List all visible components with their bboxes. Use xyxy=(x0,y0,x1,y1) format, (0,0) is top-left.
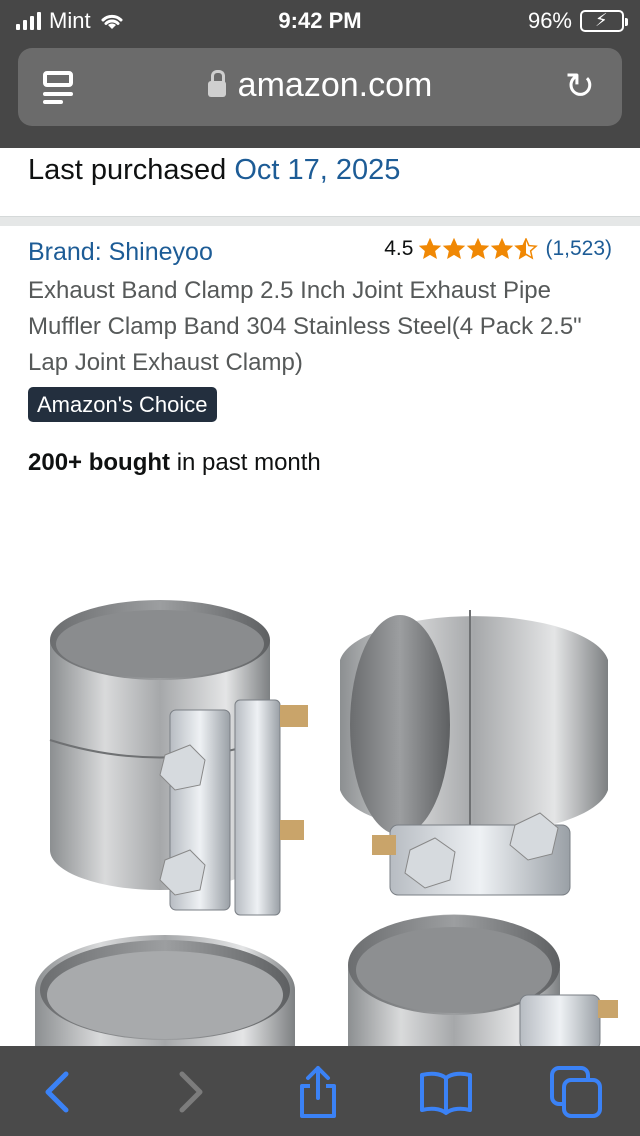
rating-summary[interactable]: 4.5 (1,523) xyxy=(384,237,612,261)
url-display[interactable]: amazon.com xyxy=(18,66,622,105)
tabs-icon[interactable] xyxy=(548,1064,604,1120)
clamp-image-3 xyxy=(35,935,295,1050)
last-purchased-date[interactable]: Oct 17, 2025 xyxy=(234,154,400,186)
last-purchased-label: Last purchased xyxy=(28,154,227,186)
reload-icon[interactable]: ↻ xyxy=(560,66,600,106)
book-icon[interactable] xyxy=(418,1064,474,1120)
address-bar[interactable]: amazon.com ↻ xyxy=(18,48,622,126)
section-divider xyxy=(0,216,640,226)
lock-icon xyxy=(207,70,226,97)
bought-period: in past month xyxy=(170,449,321,476)
review-count[interactable]: (1,523) xyxy=(545,237,612,261)
battery-percent: 96% xyxy=(527,8,572,33)
last-purchased-line: Last purchased Oct 17, 2025 xyxy=(28,154,400,187)
browser-toolbar xyxy=(0,1046,640,1136)
bought-count: 200+ bought xyxy=(28,449,171,476)
clamp-image-4 xyxy=(348,914,618,1051)
status-bar: Mint 9:42 PM 96% ⚡ xyxy=(0,0,640,40)
amazons-choice-badge: Amazon's Choice xyxy=(28,387,217,422)
battery-icon: ⚡ xyxy=(580,10,628,32)
rating-value: 4.5 xyxy=(384,237,414,260)
product-title: Exhaust Band Clamp 2.5 Inch Joint Exhaus… xyxy=(28,277,582,376)
share-icon[interactable] xyxy=(290,1064,346,1120)
browser-chrome: Mint 9:42 PM 96% ⚡ amazon.com ↻ xyxy=(0,0,640,148)
forward-chevron-icon[interactable] xyxy=(162,1064,218,1120)
brand-link[interactable]: Brand: Shineyoo xyxy=(28,238,213,267)
clamp-image-1 xyxy=(49,600,308,916)
back-chevron-icon[interactable] xyxy=(30,1064,86,1120)
clamp-image-2 xyxy=(340,610,608,896)
star-rating-icon xyxy=(419,238,538,259)
product-image[interactable] xyxy=(0,540,640,1051)
domain-text: amazon.com xyxy=(237,66,433,104)
bought-in-past-month: 200+ bought in past month xyxy=(28,449,321,477)
